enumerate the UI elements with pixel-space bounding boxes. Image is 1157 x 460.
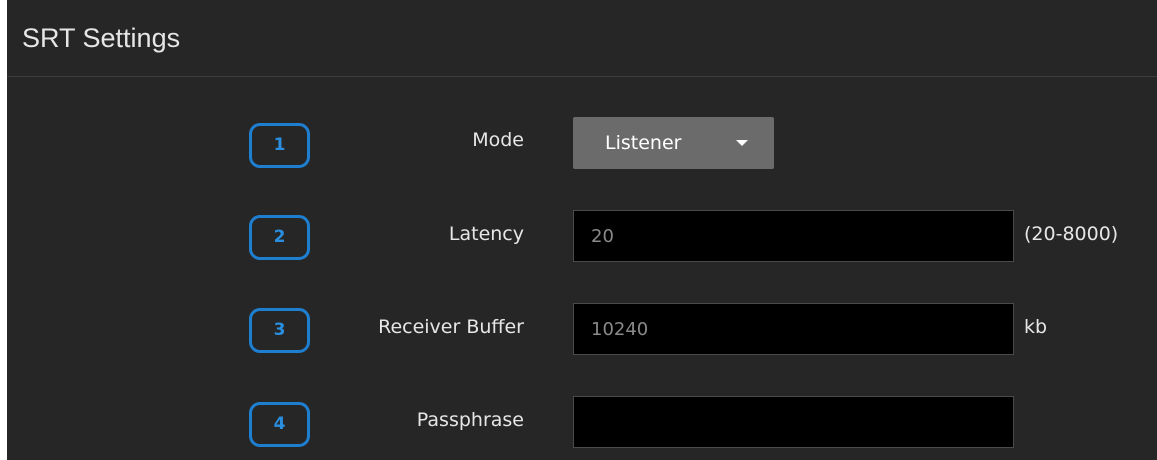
latency-label: Latency bbox=[448, 223, 524, 245]
passphrase-label: Passphrase bbox=[416, 409, 524, 431]
srt-settings-panel: SRT Settings 1 Mode Listener 2 Latency (… bbox=[7, 0, 1157, 460]
mode-row: 1 Mode Listener bbox=[7, 117, 1157, 177]
callout-badge-1: 1 bbox=[249, 123, 310, 168]
caret-down-icon bbox=[736, 140, 748, 146]
callout-badge-2: 2 bbox=[249, 215, 310, 260]
receiver-buffer-unit: kb bbox=[1024, 316, 1048, 338]
receiver-buffer-input[interactable] bbox=[573, 303, 1014, 355]
callout-badge-3: 3 bbox=[249, 308, 310, 353]
receiver-buffer-row: 3 Receiver Buffer kb bbox=[7, 303, 1157, 363]
passphrase-input[interactable] bbox=[573, 396, 1014, 448]
mode-dropdown[interactable]: Listener bbox=[573, 117, 774, 169]
passphrase-row: 4 Passphrase bbox=[7, 396, 1157, 456]
receiver-buffer-label: Receiver Buffer bbox=[378, 316, 524, 338]
latency-range-hint: (20-8000) bbox=[1024, 223, 1119, 245]
panel-title: SRT Settings bbox=[22, 23, 181, 53]
panel-header: SRT Settings bbox=[7, 0, 1157, 77]
mode-dropdown-value: Listener bbox=[605, 132, 682, 154]
callout-badge-4: 4 bbox=[249, 402, 310, 447]
latency-input[interactable] bbox=[573, 210, 1014, 262]
mode-label: Mode bbox=[472, 129, 524, 151]
latency-row: 2 Latency (20-8000) bbox=[7, 210, 1157, 270]
